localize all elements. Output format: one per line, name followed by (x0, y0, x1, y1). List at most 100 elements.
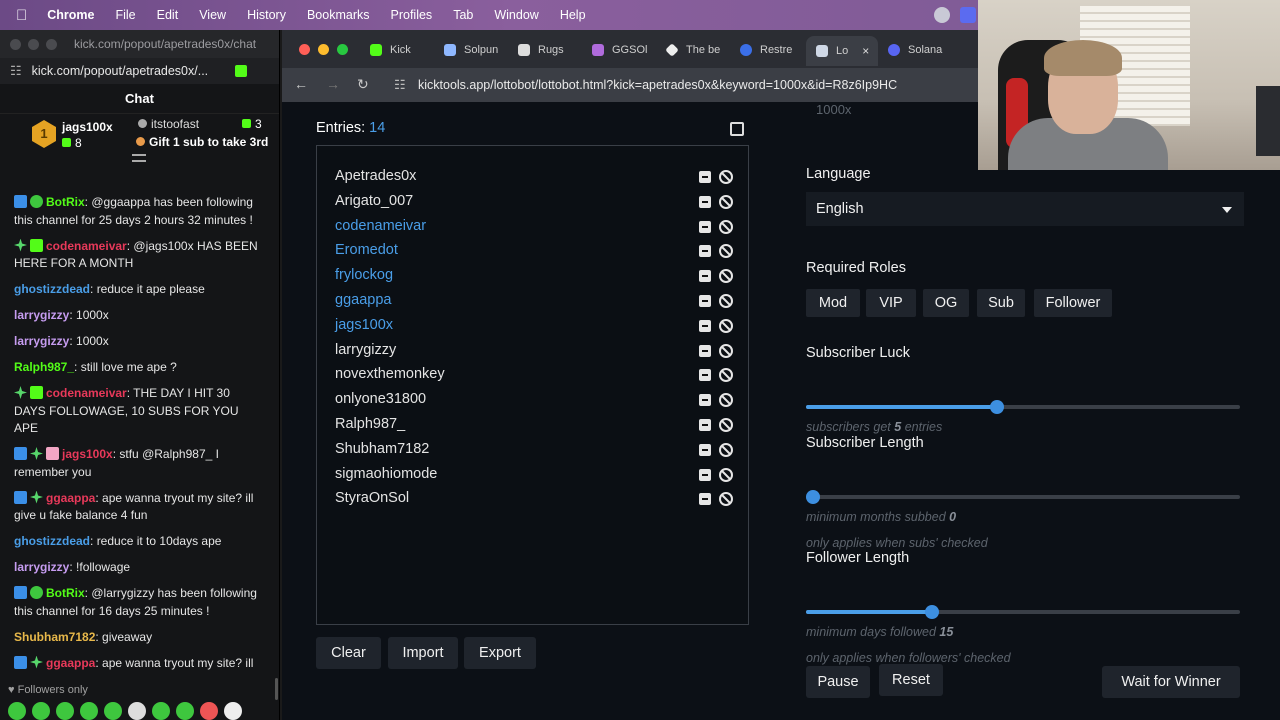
ban-entry-icon[interactable] (719, 269, 733, 284)
emote-icon[interactable] (56, 702, 74, 720)
chat-username[interactable]: ggaappa (46, 656, 95, 670)
ban-entry-icon[interactable] (719, 244, 733, 259)
clear-button[interactable]: Clear (316, 637, 381, 669)
emote-icon[interactable] (224, 702, 242, 720)
site-settings-icon[interactable]: ☷ (10, 63, 22, 79)
tab-kick[interactable]: Kick (370, 39, 440, 61)
menu-edit[interactable]: Edit (157, 8, 179, 22)
ban-entry-icon[interactable] (719, 219, 733, 234)
tab-restream[interactable]: Restre (740, 39, 808, 61)
drag-handle-icon[interactable] (132, 154, 146, 162)
emote-icon[interactable] (200, 702, 218, 720)
kick-extension-icon[interactable] (235, 65, 247, 77)
role-sub-toggle[interactable]: Sub (977, 289, 1025, 317)
status-discord-icon[interactable] (960, 7, 976, 23)
menu-bookmarks[interactable]: Bookmarks (307, 8, 370, 22)
reset-button[interactable]: Reset (879, 664, 943, 696)
tab-ggsol[interactable]: GGSOl (592, 39, 658, 61)
follower-length-slider[interactable] (806, 605, 1240, 619)
menu-tab[interactable]: Tab (453, 8, 473, 22)
menu-profiles[interactable]: Profiles (391, 8, 433, 22)
wait-for-winner-button[interactable]: Wait for Winner (1102, 666, 1240, 698)
emote-icon[interactable] (152, 702, 170, 720)
role-follower-toggle[interactable]: Follower (1034, 289, 1112, 317)
url-field[interactable]: kicktools.app/lottobot/lottobot.html?kic… (418, 78, 897, 92)
close-light-icon[interactable] (10, 38, 21, 50)
menu-help[interactable]: Help (560, 8, 586, 22)
chat-scrollbar[interactable] (275, 678, 278, 700)
remove-entry-icon[interactable] (699, 245, 711, 258)
tab-rugs[interactable]: Rugs (518, 39, 584, 61)
menu-file[interactable]: File (115, 8, 135, 22)
role-mod-toggle[interactable]: Mod (806, 289, 860, 317)
gift-sub-cta[interactable]: Gift 1 sub to take 3rd (136, 135, 268, 149)
remove-entry-icon[interactable] (699, 394, 711, 407)
forward-arrow-icon[interactable]: → (326, 76, 340, 92)
zoom-light-icon[interactable] (46, 38, 57, 50)
remove-entry-icon[interactable] (699, 171, 711, 183)
language-select[interactable]: English (806, 192, 1244, 226)
emote-icon[interactable] (104, 702, 122, 720)
remove-entry-icon[interactable] (699, 493, 711, 506)
leader-first-name[interactable]: jags100x (62, 120, 113, 134)
leader-second-name[interactable]: itstoofast (138, 117, 199, 131)
chat-username[interactable]: larrygizzy (14, 334, 69, 348)
ban-entry-icon[interactable] (719, 442, 733, 457)
emote-icon[interactable] (32, 702, 50, 720)
remove-entry-icon[interactable] (699, 419, 711, 431)
sub-length-slider[interactable] (806, 490, 1240, 504)
menu-window[interactable]: Window (494, 8, 538, 22)
remove-entry-icon[interactable] (699, 319, 711, 332)
chat-username[interactable]: BotRix (46, 195, 85, 209)
chat-username[interactable]: ghostizzdead (14, 534, 90, 548)
popout-address-bar[interactable]: ☷ kick.com/popout/apetrades0x/... (0, 58, 279, 84)
pause-button[interactable]: Pause (806, 666, 870, 698)
ban-entry-icon[interactable] (719, 194, 733, 209)
slider-knob[interactable] (989, 400, 1004, 414)
tab-lottobot[interactable]: Lo × (806, 36, 878, 66)
remove-entry-icon[interactable] (699, 369, 711, 382)
chat-message-list[interactable]: BotRix: @ggaappa has been following this… (0, 194, 278, 674)
menu-chrome[interactable]: Chrome (47, 8, 94, 22)
zoom-window-icon[interactable] (337, 44, 348, 55)
chat-username[interactable]: codenameivar (46, 386, 127, 400)
chat-username[interactable]: ggaappa (46, 491, 95, 505)
close-tab-icon[interactable]: × (862, 44, 869, 58)
ban-entry-icon[interactable] (719, 343, 733, 358)
ban-entry-icon[interactable] (719, 418, 733, 432)
site-info-icon[interactable]: ☷ (394, 77, 406, 93)
tab-solpun[interactable]: Solpun (444, 39, 510, 61)
ban-entry-icon[interactable] (719, 467, 733, 482)
tab-solana[interactable]: Solana (888, 39, 958, 61)
chat-username[interactable]: codenameivar (46, 239, 127, 253)
chat-username[interactable]: larrygizzy (14, 560, 69, 574)
back-arrow-icon[interactable]: ← (294, 76, 308, 92)
chat-username[interactable]: ghostizzdead (14, 282, 90, 296)
remove-entry-icon[interactable] (699, 220, 711, 233)
slider-knob[interactable] (924, 605, 939, 619)
chat-username[interactable]: jags100x (62, 447, 113, 461)
remove-entry-icon[interactable] (699, 344, 711, 357)
chat-username[interactable]: larrygizzy (14, 308, 69, 322)
minimize-light-icon[interactable] (28, 38, 39, 50)
reload-icon[interactable]: ↻ (357, 76, 369, 93)
remove-entry-icon[interactable] (699, 443, 711, 456)
import-button[interactable]: Import (388, 637, 458, 669)
copy-icon[interactable] (730, 122, 744, 136)
ban-entry-icon[interactable] (719, 318, 733, 333)
emote-icon[interactable] (80, 702, 98, 720)
sub-luck-slider[interactable] (806, 400, 1240, 414)
apple-icon[interactable]:  (16, 7, 27, 24)
menu-history[interactable]: History (247, 8, 286, 22)
remove-entry-icon[interactable] (699, 195, 711, 208)
minimize-window-icon[interactable] (318, 44, 329, 55)
chat-username[interactable]: BotRix (46, 586, 85, 600)
tab-the-be[interactable]: The be (666, 39, 732, 61)
ban-entry-icon[interactable] (719, 170, 733, 184)
ban-entry-icon[interactable] (719, 368, 733, 383)
status-globe-icon[interactable] (934, 7, 950, 23)
close-window-icon[interactable] (299, 44, 310, 55)
chat-username[interactable]: Shubham7182 (14, 630, 95, 644)
chat-username[interactable]: Ralph987_ (14, 360, 74, 374)
ban-entry-icon[interactable] (719, 492, 733, 507)
